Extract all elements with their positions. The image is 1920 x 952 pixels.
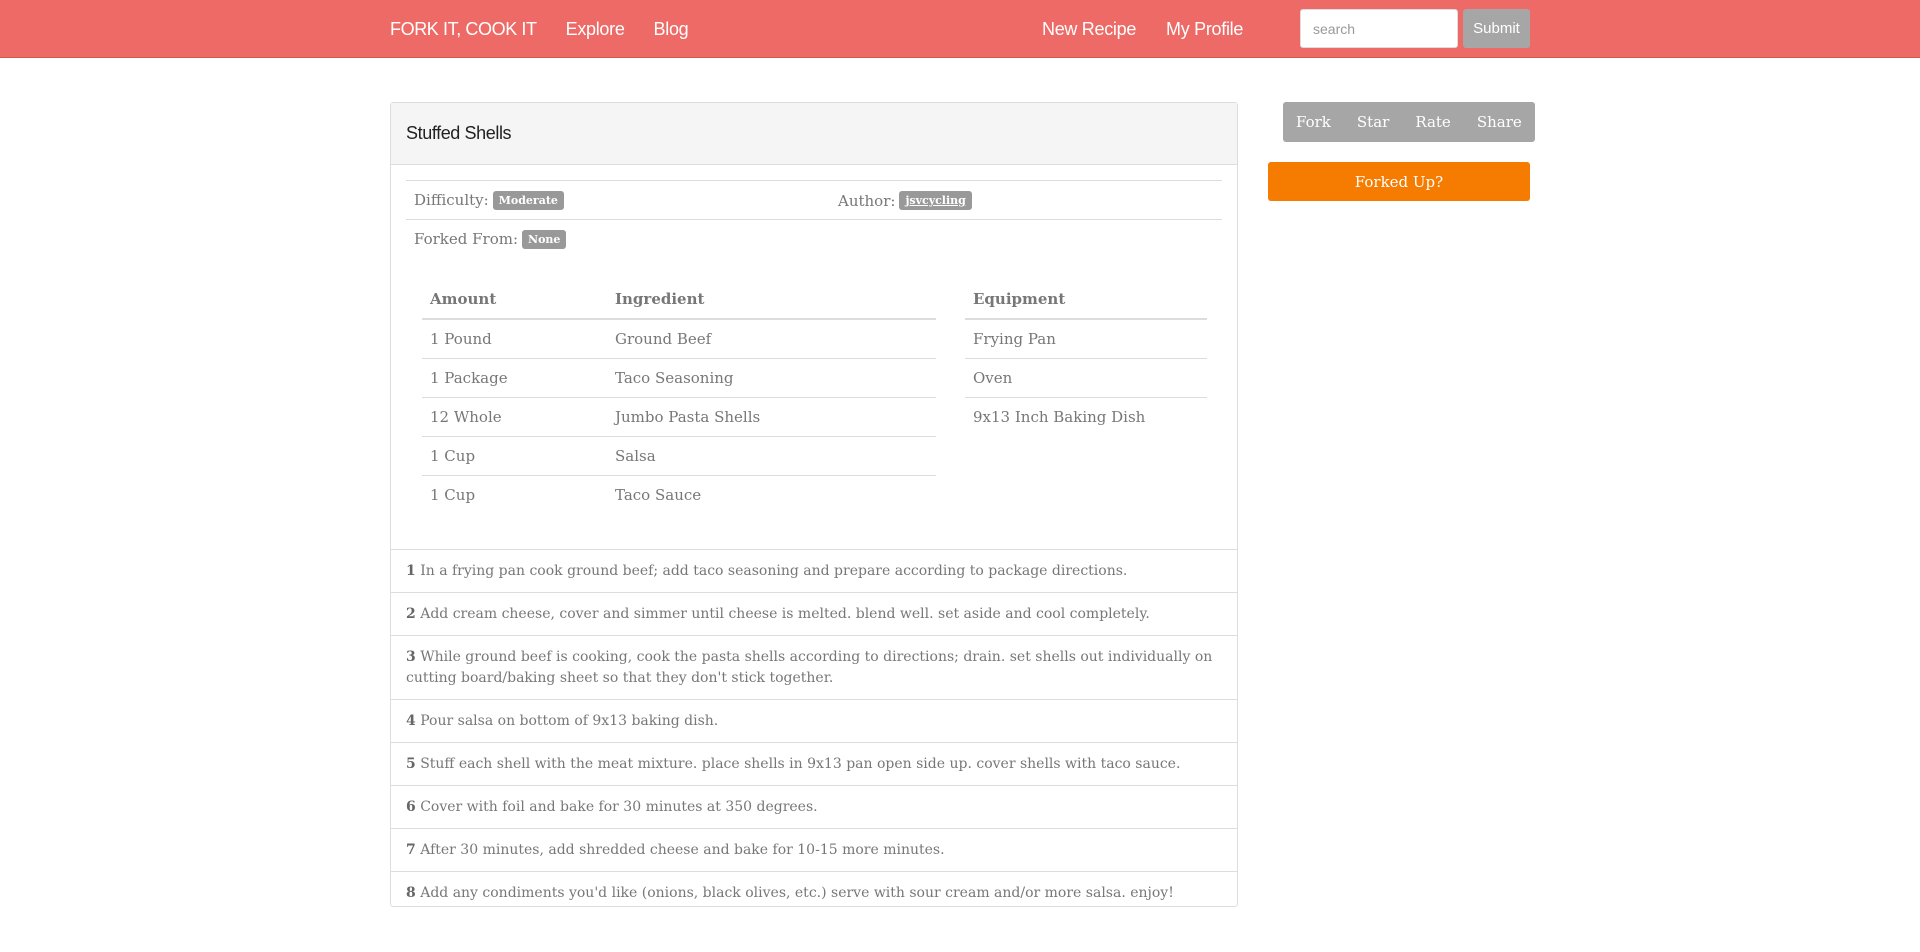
- list-item: 5 Stuff each shell with the meat mixture…: [391, 742, 1237, 785]
- step-number: 4: [406, 713, 416, 729]
- difficulty-badge: Moderate: [492, 190, 564, 210]
- top-navbar: FORK IT, COOK IT Explore Blog New Recipe…: [0, 0, 1920, 58]
- brand-link[interactable]: FORK IT, COOK IT: [390, 19, 537, 40]
- table-row: Frying Pan: [965, 319, 1207, 358]
- step-number: 3: [406, 649, 416, 665]
- table-row: Oven: [965, 357, 1207, 397]
- directions-list: 1 In a frying pan cook ground beef; add …: [391, 549, 1237, 914]
- list-item: 3 While ground beef is cooking, cook the…: [391, 635, 1237, 699]
- step-text: While ground beef is cooking, cook the p…: [406, 649, 1213, 686]
- nav-right-group: New Recipe My Profile: [1042, 0, 1273, 58]
- equipment-item: Oven: [965, 357, 1207, 397]
- ingredient-amount: 1 Pound: [430, 329, 492, 348]
- share-button[interactable]: Share: [1464, 102, 1535, 142]
- star-button[interactable]: Star: [1344, 102, 1402, 142]
- nav-my-profile-link[interactable]: My Profile: [1166, 19, 1243, 40]
- nav-left-group: FORK IT, COOK IT Explore Blog: [390, 0, 717, 58]
- list-item: 1 In a frying pan cook ground beef; add …: [391, 549, 1237, 592]
- recipe-title: Stuffed Shells: [406, 123, 512, 143]
- step-text: Pour salsa on bottom of 9x13 baking dish…: [420, 713, 719, 729]
- rate-button[interactable]: Rate: [1402, 102, 1464, 142]
- list-item: 2 Add cream cheese, cover and simmer unt…: [391, 592, 1237, 635]
- fork-button[interactable]: Fork: [1283, 102, 1344, 142]
- table-row: 1 Package Taco Seasoning: [422, 357, 936, 397]
- step-number: 6: [406, 799, 416, 815]
- search-input[interactable]: search: [1300, 9, 1458, 48]
- ingredient-name: Taco Seasoning: [607, 357, 936, 397]
- step-number: 5: [406, 756, 416, 772]
- list-item: 6 Cover with foil and bake for 30 minute…: [391, 785, 1237, 828]
- step-number: 7: [406, 842, 416, 858]
- nav-new-recipe-link[interactable]: New Recipe: [1042, 19, 1136, 40]
- step-text: Add any condiments you'd like (onions, b…: [420, 885, 1174, 901]
- forked-up-button[interactable]: Forked Up?: [1268, 162, 1530, 201]
- ingredient-amount: 12 Whole: [422, 396, 607, 436]
- step-number: 8: [406, 885, 416, 901]
- nav-explore-link[interactable]: Explore: [566, 19, 625, 40]
- equipment-item: 9x13 Inch Baking Dish: [965, 396, 1207, 436]
- meta-row-difficulty-author: Difficulty: Moderate Author: jsvcycling: [406, 180, 1222, 219]
- list-item: 7 After 30 minutes, add shredded cheese …: [391, 828, 1237, 871]
- step-text: Stuff each shell with the meat mixture. …: [420, 756, 1181, 772]
- author-cell: Author: jsvcycling: [838, 181, 972, 220]
- step-number: 1: [406, 563, 416, 579]
- step-text: After 30 minutes, add shredded cheese an…: [420, 842, 945, 858]
- ingredient-name: Jumbo Pasta Shells: [607, 396, 936, 436]
- ingredient-header: Ingredient: [607, 279, 936, 320]
- amount-header: Amount: [422, 279, 607, 320]
- recipe-panel: Stuffed Shells Difficulty: Moderate Auth…: [390, 102, 1238, 907]
- equipment-header: Equipment: [965, 279, 1207, 320]
- ingredient-name: Salsa: [607, 435, 936, 475]
- ingredients-header-row: Amount Ingredient: [422, 279, 936, 320]
- forked-from-badge: None: [522, 229, 567, 249]
- equipment-item: Frying Pan: [973, 329, 1056, 348]
- nav-blog-link[interactable]: Blog: [654, 19, 689, 40]
- forked-from-label: Forked From:: [414, 230, 519, 248]
- search-submit-button[interactable]: Submit: [1463, 9, 1530, 48]
- table-row: 9x13 Inch Baking Dish: [965, 396, 1207, 436]
- step-text: In a frying pan cook ground beef; add ta…: [420, 563, 1128, 579]
- list-item: 8 Add any condiments you'd like (onions,…: [391, 871, 1237, 914]
- ingredient-amount: 1 Cup: [422, 474, 607, 514]
- table-row: 12 Whole Jumbo Pasta Shells: [422, 396, 936, 436]
- recipe-action-button-group: Fork Star Rate Share: [1283, 102, 1535, 142]
- ingredient-amount: 1 Cup: [422, 435, 607, 475]
- meta-row-forked-from: Forked From: None: [406, 219, 1222, 258]
- ingredient-amount: 1 Package: [422, 357, 607, 397]
- ingredient-name: Taco Sauce: [607, 474, 936, 514]
- step-number: 2: [406, 606, 416, 622]
- list-item: 4 Pour salsa on bottom of 9x13 baking di…: [391, 699, 1237, 742]
- table-row: 1 Cup Salsa: [422, 435, 936, 475]
- ingredients-table: Amount Ingredient 1 Pound Ground Beef 1 …: [422, 279, 936, 514]
- ingredient-name: Ground Beef: [615, 329, 712, 348]
- author-link-badge[interactable]: jsvcycling: [899, 191, 972, 210]
- equipment-table: Equipment Frying Pan Oven 9x13 Inch Baki…: [965, 279, 1207, 436]
- recipe-meta-table: Difficulty: Moderate Author: jsvcycling …: [406, 180, 1222, 258]
- step-text: Add cream cheese, cover and simmer until…: [420, 606, 1150, 622]
- table-row: 1 Cup Taco Sauce: [422, 474, 936, 514]
- recipe-panel-heading: Stuffed Shells: [391, 103, 1237, 165]
- author-label: Author:: [838, 191, 896, 210]
- step-text: Cover with foil and bake for 30 minutes …: [420, 799, 818, 815]
- table-row: 1 Pound Ground Beef: [422, 319, 936, 358]
- difficulty-label: Difficulty:: [414, 191, 489, 209]
- equipment-header-row: Equipment: [965, 279, 1207, 320]
